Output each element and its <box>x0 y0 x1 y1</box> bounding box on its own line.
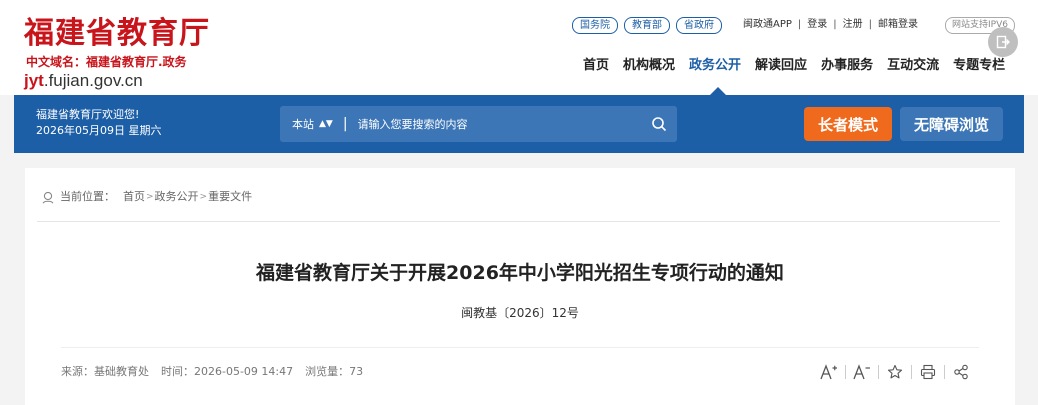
gov-link-ministry[interactable]: 教育部 <box>624 17 670 34</box>
article-tools <box>818 363 972 381</box>
search-scope-label: 本站 <box>292 118 314 131</box>
sort-arrows-icon: ▲▼ <box>319 119 333 129</box>
welcome-search-bar: 福建省教育厅欢迎您! 2026年05月09日 星期六 本站 ▲▼ | 长者模式 … <box>14 95 1024 153</box>
elder-mode-button[interactable]: 长者模式 <box>804 107 892 141</box>
search-icon[interactable] <box>641 116 677 132</box>
font-smaller-icon[interactable] <box>851 363 873 381</box>
star-icon[interactable] <box>884 363 906 381</box>
document-number: 闽教基〔2026〕12号 <box>461 306 579 320</box>
breadcrumb: 当前位置： 首页 > 政务公开 > 重要文件 <box>42 190 252 204</box>
article-title: 福建省教育厅关于开展2026年中小学阳光招生专项行动的通知 <box>256 262 784 284</box>
site-url: jyt.fujian.gov.cn <box>24 71 143 90</box>
nav-home[interactable]: 首页 <box>583 56 609 76</box>
main-nav: 首页 机构概况 政务公开 解读回应 办事服务 互动交流 专题专栏 <box>583 56 1019 76</box>
font-larger-icon[interactable] <box>818 363 840 381</box>
chinese-domain-label: 中文域名：福建省教育厅.政务 <box>26 55 187 69</box>
article-meta: 来源：基础教育处 时间：2026-05-09 14:47 浏览量：73 <box>61 365 363 379</box>
search-divider: | <box>342 116 348 132</box>
gov-link-state-council[interactable]: 国务院 <box>572 17 618 34</box>
nav-active-indicator <box>710 87 726 95</box>
article-views: 浏览量：73 <box>305 365 364 378</box>
exit-icon[interactable] <box>988 27 1018 57</box>
accessibility-button[interactable]: 无障碍浏览 <box>900 107 1003 141</box>
nav-interpretation[interactable]: 解读回应 <box>755 56 807 76</box>
app-link[interactable]: 闽政通APP <box>743 18 792 32</box>
gov-links: 国务院 教育部 省政府 <box>572 17 722 34</box>
welcome-message: 福建省教育厅欢迎您! <box>36 108 140 121</box>
register-link[interactable]: 注册 <box>843 18 863 32</box>
search-scope-select[interactable]: 本站 ▲▼ <box>280 116 333 132</box>
article-card: 当前位置： 首页 > 政务公开 > 重要文件 福建省教育厅关于开展2026年中小… <box>25 168 1015 405</box>
share-icon[interactable] <box>950 363 972 381</box>
login-link[interactable]: 登录 <box>807 18 827 32</box>
print-icon[interactable] <box>917 363 939 381</box>
nav-about[interactable]: 机构概况 <box>623 56 675 76</box>
breadcrumb-gov-affairs[interactable]: 政务公开 <box>155 190 199 204</box>
nav-services[interactable]: 办事服务 <box>821 56 873 76</box>
breadcrumb-important-docs[interactable]: 重要文件 <box>208 190 252 204</box>
breadcrumb-home[interactable]: 首页 <box>123 190 145 204</box>
welcome-text: 福建省教育厅欢迎您! 2026年05月09日 星期六 <box>36 107 162 139</box>
nav-interaction[interactable]: 互动交流 <box>887 56 939 76</box>
article-time: 时间：2026-05-09 14:47 <box>161 365 294 378</box>
location-icon <box>42 191 54 204</box>
mail-login-link[interactable]: 邮箱登录 <box>878 18 918 32</box>
search-input[interactable] <box>357 117 641 131</box>
meta-divider <box>61 347 979 348</box>
search-box: 本站 ▲▼ | <box>280 106 677 142</box>
gov-link-province[interactable]: 省政府 <box>676 17 722 34</box>
article-source: 来源：基础教育处 <box>61 365 149 378</box>
top-links: 闽政通APP | 登录 | 注册 | 邮箱登录 <box>743 18 919 32</box>
current-date: 2026年05月09日 星期六 <box>36 124 162 137</box>
breadcrumb-divider <box>37 221 1000 222</box>
site-logo-title[interactable]: 福建省教育厅 <box>24 16 210 52</box>
breadcrumb-label: 当前位置： <box>60 190 115 203</box>
nav-topics[interactable]: 专题专栏 <box>953 56 1005 76</box>
site-header: 福建省教育厅 中文域名：福建省教育厅.政务 jyt.fujian.gov.cn … <box>0 0 1038 95</box>
nav-gov-affairs[interactable]: 政务公开 <box>689 56 741 76</box>
